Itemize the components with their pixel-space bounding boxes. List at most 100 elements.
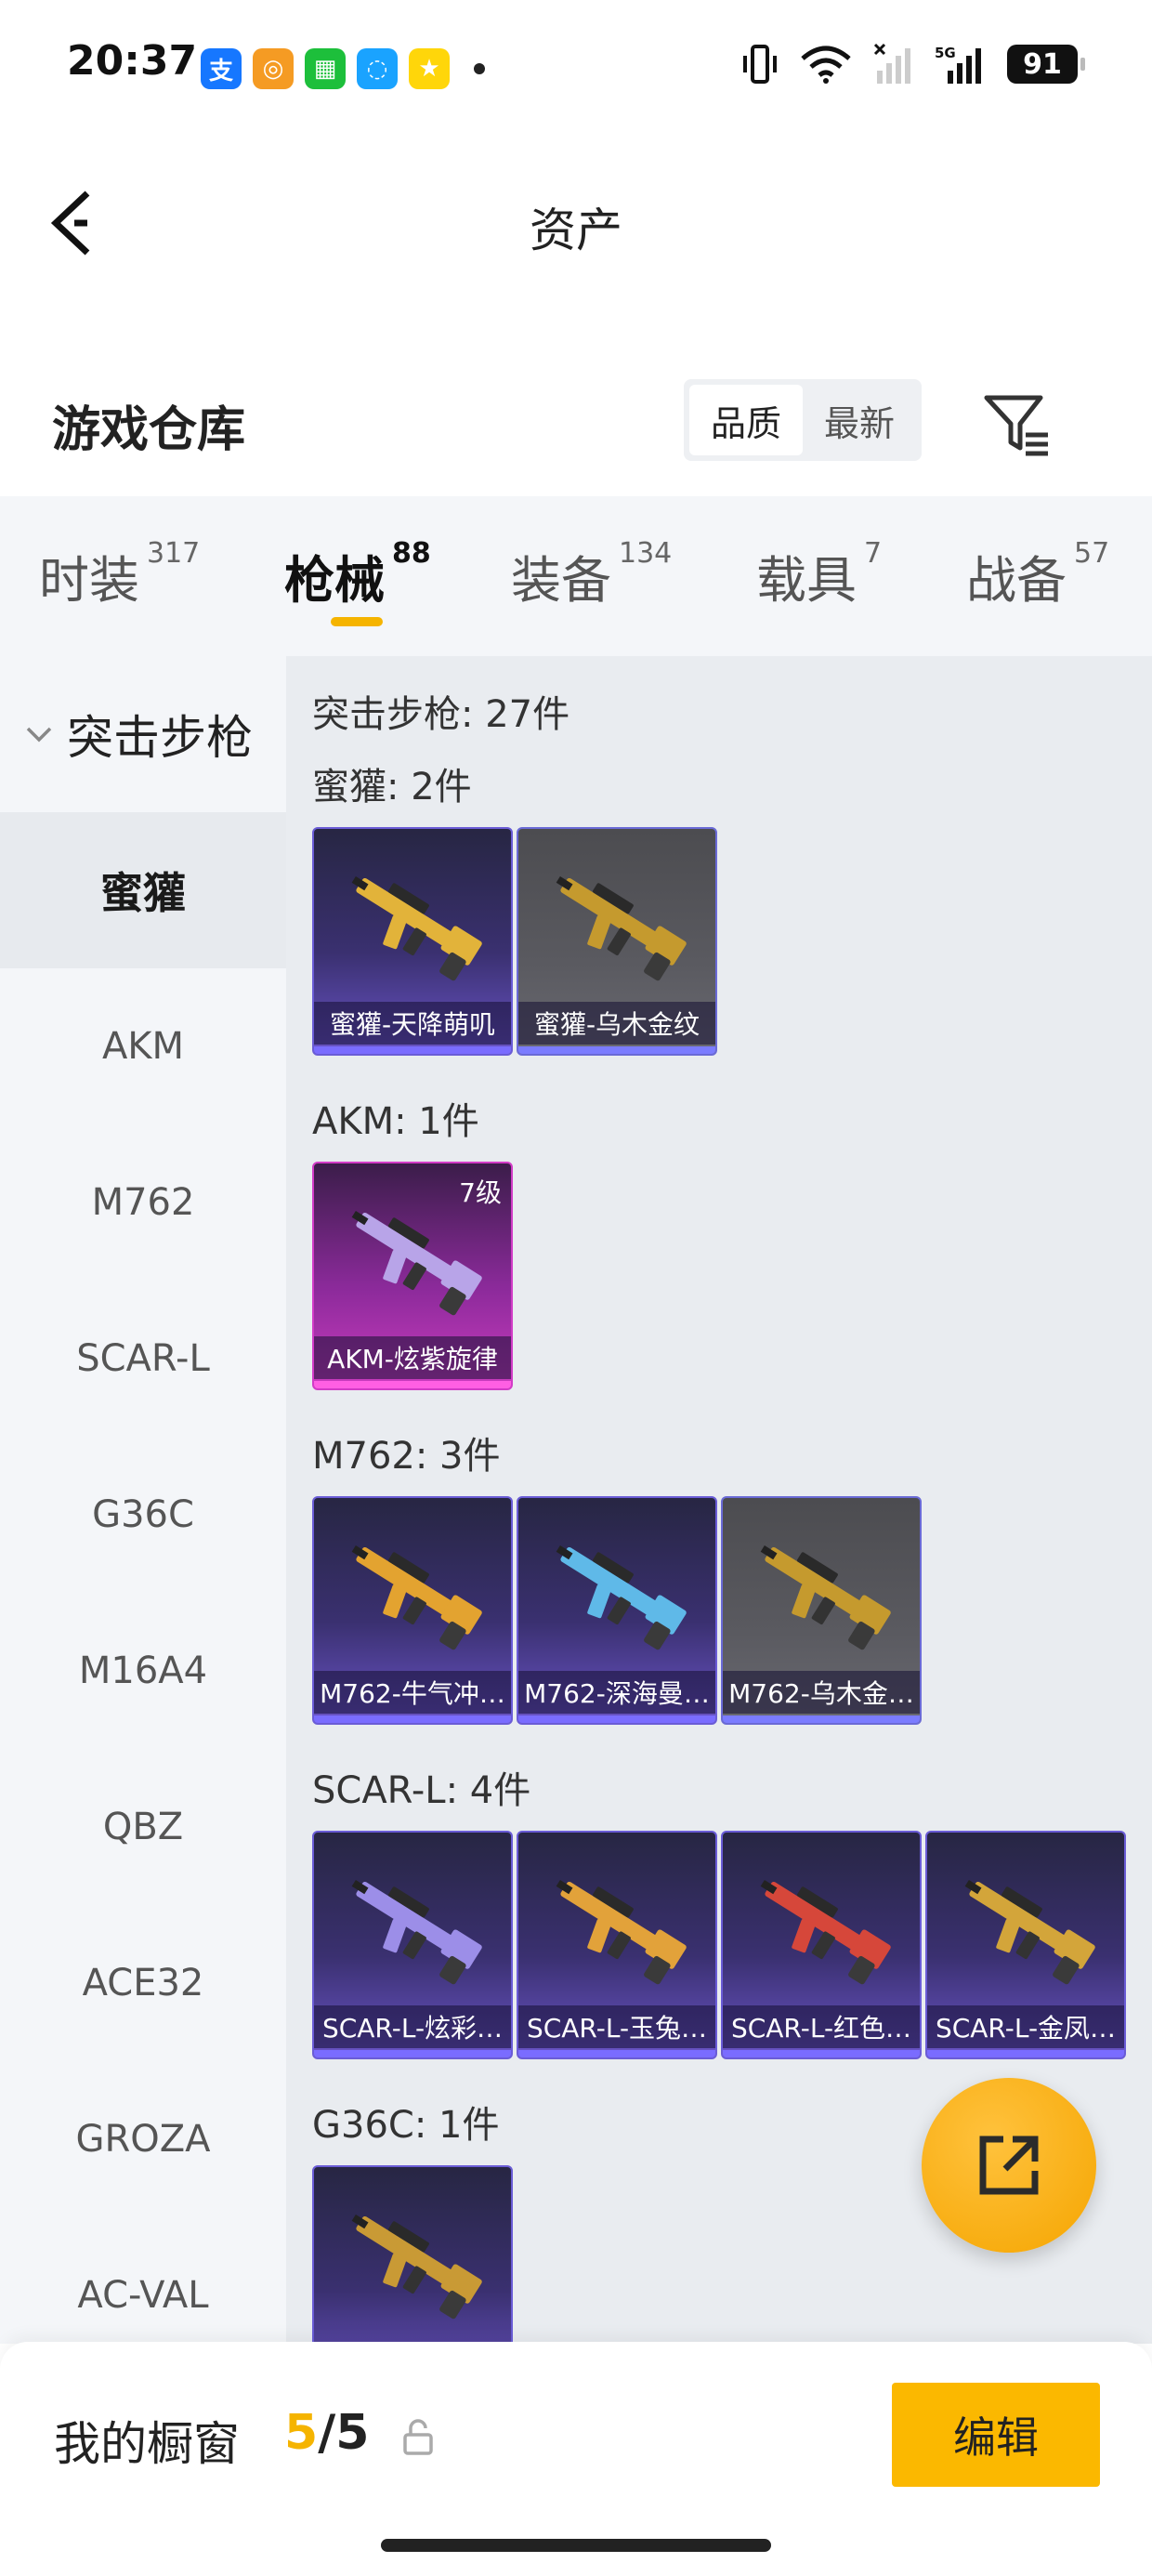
rarity-bar: [314, 1715, 511, 1723]
card-row: M762-牛气冲… M762-深海曼… M762-乌木金…: [312, 1496, 922, 1725]
weapon-card[interactable]: SCAR-L-炫彩…: [312, 1831, 513, 2059]
tab-label: 战备: [966, 551, 1067, 610]
weapon-icon: [964, 1879, 1095, 1985]
filter-button[interactable]: [979, 388, 1054, 463]
tab-label: 装备: [511, 551, 611, 610]
notification-dot-icon: [474, 63, 485, 74]
tab-firearms[interactable]: 枪械 88: [284, 537, 431, 612]
weapon-card[interactable]: M762-乌木金…: [721, 1496, 922, 1725]
group-title: G36C: 1件: [312, 2104, 500, 2147]
sidebar-item[interactable]: M16A4: [0, 1593, 286, 1749]
filter-icon: [984, 395, 1048, 456]
sidebar-group-assault-rifle[interactable]: 突击步枪: [0, 656, 286, 812]
svg-text:5G: 5G: [935, 45, 956, 61]
card-row: 蜜獾-天降萌叽 蜜獾-乌木金纹: [312, 827, 717, 1056]
rarity-bar: [723, 1715, 920, 1723]
weapon-card-name: SCAR-L-玉兔…: [518, 2005, 715, 2048]
sidebar-item[interactable]: QBZ: [0, 1749, 286, 1905]
weapon-card[interactable]: 蜜獾-天降萌叽: [312, 827, 513, 1056]
sidebar-group-label: 突击步枪: [67, 711, 253, 765]
weapon-card-name: SCAR-L-炫彩…: [314, 2005, 511, 2048]
weapon-icon: [351, 2214, 482, 2320]
tab-count: 317: [147, 537, 201, 570]
group-title: SCAR-L: 4件: [312, 1769, 531, 1812]
weapon-icon: [351, 875, 482, 981]
signal-empty-icon: [873, 43, 910, 84]
grid-app-icon: ▦: [305, 48, 346, 89]
share-external-icon: [979, 2136, 1039, 2195]
card-row: [312, 2165, 513, 2344]
weapon-card-name: M762-深海曼…: [518, 1671, 715, 1714]
chevron-down-icon: [26, 727, 52, 743]
sort-toggle: 品质 最新: [684, 379, 922, 461]
weapon-icon: [556, 1879, 687, 1985]
tab-equipment[interactable]: 装备 134: [511, 537, 673, 612]
tab-battle-gear[interactable]: 战备 57: [966, 537, 1109, 612]
weapon-card[interactable]: 蜜獾-乌木金纹: [517, 827, 717, 1056]
sidebar-item[interactable]: 蜜獾: [0, 812, 286, 968]
weapon-card[interactable]: M762-牛气冲…: [312, 1496, 513, 1725]
sidebar-item[interactable]: G36C: [0, 1437, 286, 1593]
weapon-icon: [556, 875, 687, 981]
weapon-icon: [760, 1544, 891, 1650]
sidebar-item[interactable]: AKM: [0, 968, 286, 1124]
rarity-bar: [518, 1046, 715, 1054]
tab-label: 枪械: [284, 551, 385, 610]
tab-label: 时装: [39, 551, 139, 610]
wifi-icon: [801, 46, 851, 84]
tab-outfits[interactable]: 时装 317: [39, 537, 201, 612]
weapon-card[interactable]: SCAR-L-红色…: [721, 1831, 922, 2059]
card-row: 7级 AKM-炫紫旋律: [312, 1162, 513, 1390]
rarity-bar: [518, 2050, 715, 2057]
target-app-icon: ◎: [253, 48, 294, 89]
weapon-card-name: M762-牛气冲…: [314, 1671, 511, 1714]
content-header: 突击步枪: 27件: [312, 693, 570, 736]
lock-icon: [403, 2419, 433, 2455]
page-title: 资产: [530, 204, 622, 257]
home-indicator[interactable]: [381, 2539, 771, 2552]
weapon-card[interactable]: 7级 AKM-炫紫旋律: [312, 1162, 513, 1390]
status-time: 20:37: [67, 37, 198, 85]
rarity-bar: [314, 1046, 511, 1054]
weapon-card[interactable]: SCAR-L-金凤…: [925, 1831, 1126, 2059]
tab-label: 载具: [756, 551, 857, 610]
tab-vehicles[interactable]: 载具 7: [756, 537, 882, 612]
status-bar: 20:37 支 ◎ ▦ ◌ ★ 5G 91: [0, 0, 1152, 139]
showcase-current: 5: [284, 2405, 319, 2461]
weapon-icon: [351, 1544, 482, 1650]
weapon-card-name: 蜜獾-乌木金纹: [518, 1002, 715, 1045]
weapon-card[interactable]: SCAR-L-玉兔…: [517, 1831, 717, 2059]
sidebar-item[interactable]: SCAR-L: [0, 1281, 286, 1437]
weapon-sidebar: 突击步枪 蜜獾 AKM M762 SCAR-L G36C M16A4 QBZ ACE32 GRO…: [0, 656, 286, 2344]
sort-option-newest[interactable]: 最新: [803, 385, 916, 455]
sidebar-item[interactable]: GROZA: [0, 2061, 286, 2217]
sidebar-item[interactable]: ACE32: [0, 1905, 286, 2061]
weapon-card[interactable]: [312, 2165, 513, 2344]
weapon-card-name: M762-乌木金…: [723, 1671, 920, 1714]
weapon-icon: [760, 1879, 891, 1985]
active-tab-indicator: [331, 617, 383, 626]
level-badge: 7级: [459, 1177, 502, 1208]
category-tabs: 时装 317 枪械 88 装备 134 载具 7 战备 57: [0, 496, 1152, 656]
weapon-card[interactable]: M762-深海曼…: [517, 1496, 717, 1725]
status-app-icons: 支 ◎ ▦ ◌ ★: [201, 48, 485, 89]
showcase-bar: 我的橱窗 5/5 编辑: [0, 2342, 1152, 2576]
group-title: AKM: 1件: [312, 1100, 479, 1143]
tab-count: 134: [619, 537, 673, 570]
vibrate-icon: [743, 45, 777, 84]
card-row: SCAR-L-炫彩… SCAR-L-玉兔… SCAR-L-红色… SCAR-L-金凤…: [312, 1831, 1126, 2059]
sort-option-quality[interactable]: 品质: [689, 385, 803, 455]
chat-app-icon: ◌: [357, 48, 398, 89]
weapon-card-name: 蜜獾-天降萌叽: [314, 1002, 511, 1045]
sidebar-item[interactable]: M762: [0, 1124, 286, 1281]
weapon-icon: [351, 1879, 482, 1985]
nav-bar: 资产: [0, 139, 1152, 297]
group-title: M762: 3件: [312, 1435, 501, 1478]
edit-button[interactable]: 编辑: [892, 2383, 1100, 2487]
weapon-icon: [556, 1544, 687, 1650]
rarity-bar: [723, 2050, 920, 2057]
showcase-count: 5/5: [284, 2405, 369, 2461]
showcase-total: 5: [335, 2405, 370, 2461]
share-fab-button[interactable]: [922, 2078, 1096, 2253]
section-header: 游戏仓库 品质 最新: [0, 353, 1152, 493]
